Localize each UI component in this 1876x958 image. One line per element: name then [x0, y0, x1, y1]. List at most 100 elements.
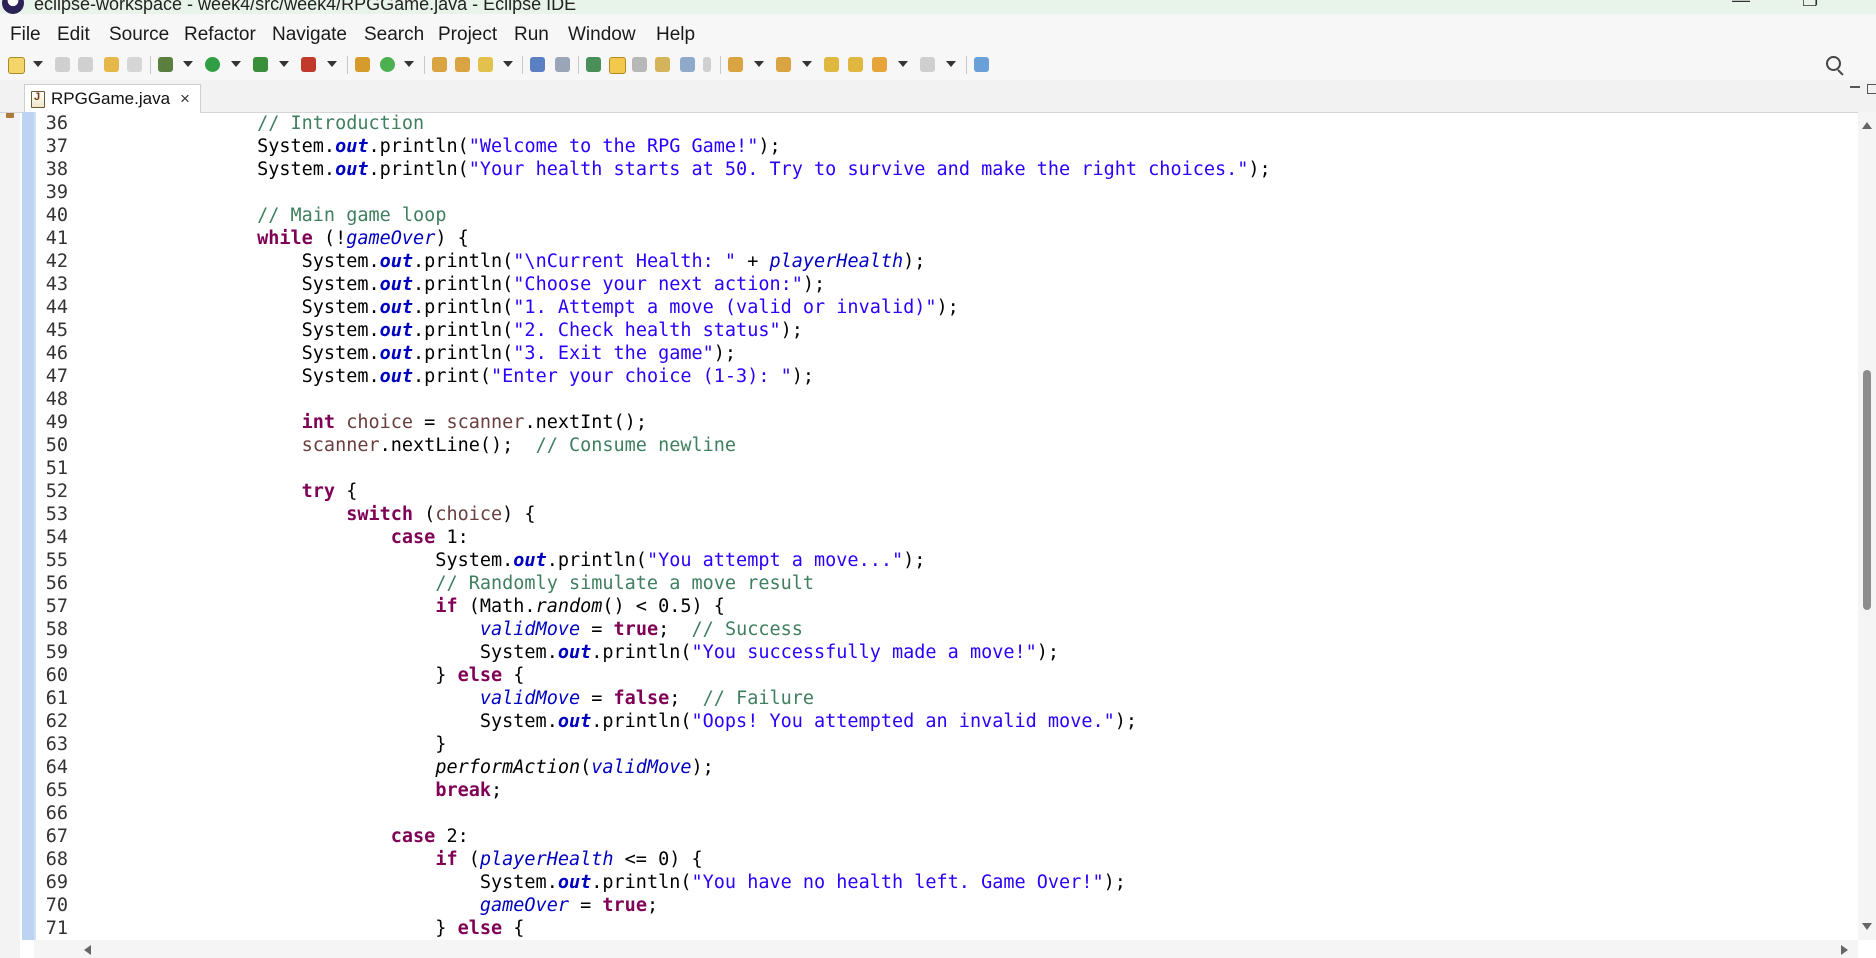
code-token: true — [613, 619, 659, 640]
scroll-down-icon[interactable] — [1862, 923, 1872, 930]
coverage-icon[interactable] — [253, 57, 268, 72]
code-text: try { — [168, 480, 358, 503]
menu-search[interactable]: Search — [364, 24, 424, 46]
toggle-block-selection-icon[interactable] — [586, 57, 601, 72]
code-token: System. — [168, 711, 558, 732]
menu-source[interactable]: Source — [109, 24, 169, 46]
code-token: out — [557, 711, 592, 732]
line-number: 41 — [45, 228, 68, 249]
previous-annotation-dropdown-icon[interactable] — [802, 61, 812, 67]
scroll-left-icon[interactable] — [84, 945, 91, 955]
new-dropdown-icon[interactable] — [33, 61, 43, 67]
code-token: ); — [1036, 642, 1060, 663]
code-token: "You successfully made a move!" — [691, 642, 1037, 663]
code-token: ); — [903, 550, 926, 571]
forward-icon[interactable] — [920, 57, 935, 72]
code-token: true — [602, 895, 647, 916]
menu-help[interactable]: Help — [656, 24, 695, 46]
new-icon[interactable] — [8, 57, 25, 74]
pin-editor-icon[interactable] — [974, 57, 989, 72]
save-all-icon[interactable] — [78, 57, 93, 72]
vertical-scrollbar[interactable] — [1858, 112, 1876, 940]
link-with-editor-icon[interactable] — [632, 57, 647, 72]
code-token: } — [168, 918, 458, 939]
open-type-icon[interactable] — [432, 57, 447, 72]
external-tools-icon[interactable] — [301, 57, 316, 72]
code-token: scanner — [301, 435, 380, 456]
menu-edit[interactable]: Edit — [57, 24, 90, 46]
code-token: + — [736, 251, 770, 272]
new-java-project-icon[interactable] — [355, 57, 370, 72]
code-token: validMove — [591, 757, 692, 778]
open-resource-icon[interactable] — [478, 57, 493, 72]
code-token: ); — [802, 274, 826, 295]
search-icon[interactable] — [1826, 56, 1841, 71]
code-token: System. — [168, 642, 558, 663]
line-number: 59 — [45, 642, 68, 663]
back-dropdown-icon[interactable] — [898, 61, 908, 67]
next-annotation-dropdown-icon[interactable] — [754, 61, 764, 67]
code-token: out — [379, 251, 414, 272]
code-token: ; — [669, 688, 703, 709]
code-text: System.out.println("Choose your next act… — [168, 273, 826, 296]
menu-file[interactable]: File — [10, 24, 41, 46]
code-token: } — [168, 665, 458, 686]
show-selected-element-icon[interactable] — [655, 57, 670, 72]
code-token: .println( — [413, 274, 514, 295]
coverage-dropdown-icon[interactable] — [279, 61, 289, 67]
last-edit-location-icon[interactable] — [824, 57, 839, 72]
code-text: System.out.println("2. Check health stat… — [168, 319, 803, 342]
line-number: 68 — [45, 849, 68, 870]
code-token: .println( — [591, 872, 692, 893]
menu-navigate[interactable]: Navigate — [272, 24, 347, 46]
run-dropdown-icon[interactable] — [231, 61, 241, 67]
run-icon[interactable] — [205, 57, 220, 72]
line-number: 39 — [45, 182, 68, 203]
next-annotation-icon[interactable] — [728, 57, 743, 72]
redo-icon[interactable] — [127, 57, 142, 72]
menu-run[interactable]: Run — [514, 24, 549, 46]
code-token: playerHealth — [479, 849, 614, 870]
forward-dropdown-icon[interactable] — [946, 61, 956, 67]
go-to-edit-icon[interactable] — [848, 57, 863, 72]
menu-project[interactable]: Project — [438, 24, 497, 46]
new-package-icon[interactable] — [380, 57, 395, 72]
scroll-right-icon[interactable] — [1841, 945, 1848, 955]
open-task-icon[interactable] — [455, 57, 470, 72]
toggle-mark-occurrences-icon[interactable] — [555, 57, 570, 72]
editor-tab-rpggame[interactable]: RPGGame.java × — [24, 84, 201, 113]
maximize-view-icon[interactable] — [1867, 84, 1876, 94]
external-tools-dropdown-icon[interactable] — [327, 61, 337, 67]
code-token: System. — [168, 251, 380, 272]
minimize-view-icon[interactable] — [1850, 86, 1860, 88]
code-editor[interactable]: 36 // Introduction 37 System.out.println(… — [34, 112, 1852, 940]
vertical-scroll-thumb[interactable] — [1863, 370, 1871, 610]
undo-icon[interactable] — [104, 57, 119, 72]
new-class-dropdown-icon[interactable] — [404, 61, 414, 67]
code-text: System.out.println("You have no health l… — [168, 871, 1126, 894]
debug-icon[interactable] — [158, 57, 173, 72]
menu-refactor[interactable]: Refactor — [184, 24, 256, 46]
maximize-icon[interactable]: ❐ — [1802, 0, 1818, 11]
code-text: break; — [168, 779, 502, 802]
minimize-icon[interactable]: — — [1732, 0, 1750, 11]
horizontal-scrollbar[interactable] — [34, 940, 1858, 958]
menu-window[interactable]: Window — [568, 24, 636, 46]
console-icon[interactable] — [530, 57, 545, 72]
code-token: ); — [1103, 872, 1126, 893]
code-token: (Math. — [457, 596, 536, 617]
save-icon[interactable] — [55, 57, 70, 72]
previous-annotation-icon[interactable] — [776, 57, 791, 72]
toggle-highlight-icon[interactable] — [609, 57, 626, 74]
debug-dropdown-icon[interactable] — [183, 61, 193, 67]
back-icon[interactable] — [872, 57, 887, 72]
open-dropdown-icon[interactable] — [503, 61, 513, 67]
show-whitespace-icon[interactable] — [703, 57, 711, 72]
close-icon[interactable]: × — [180, 89, 190, 109]
code-token: System. — [168, 136, 336, 157]
scroll-up-icon[interactable] — [1862, 122, 1872, 129]
word-wrap-icon[interactable] — [680, 57, 695, 72]
